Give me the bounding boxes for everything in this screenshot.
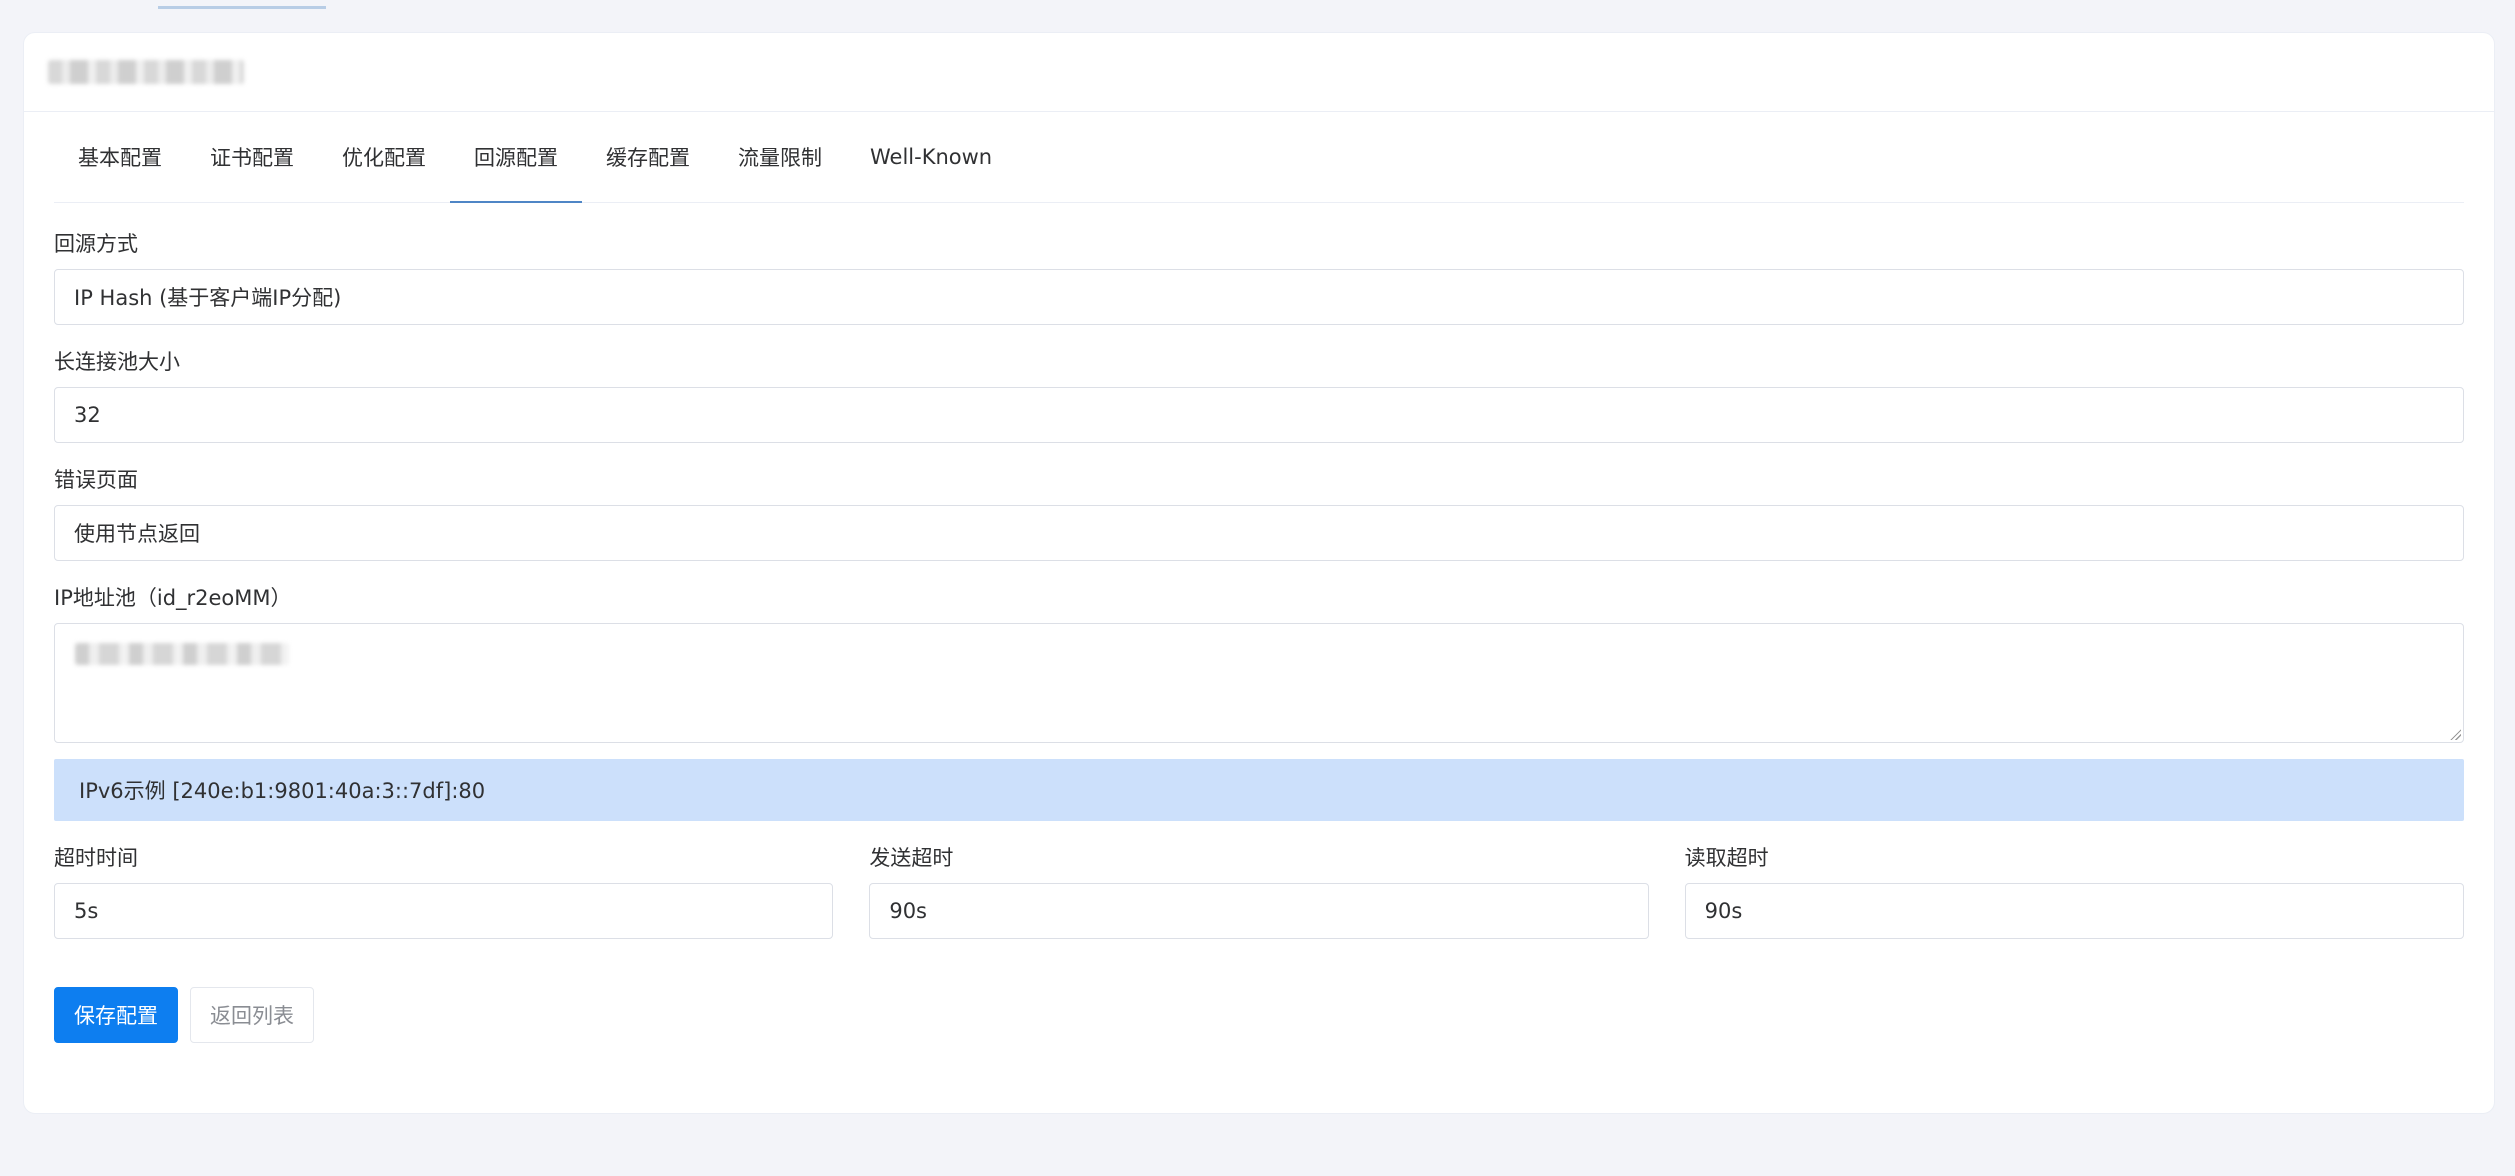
keepalive-pool-input[interactable]: 32 [54, 387, 2464, 443]
blurred-ip-value [75, 643, 289, 665]
config-card: 基本配置 证书配置 优化配置 回源配置 缓存配置 流量限制 Well-Known… [23, 32, 2495, 1114]
ipv6-hint-alert: IPv6示例 [240e:b1:9801:40a:3::7df]:80 [54, 759, 2464, 821]
top-nav-active-indicator [158, 6, 326, 9]
resize-handle-icon[interactable] [2449, 728, 2461, 740]
send-timeout-label: 发送超时 [869, 846, 954, 870]
tab-optimization[interactable]: 优化配置 [318, 112, 450, 202]
tab-well-known[interactable]: Well-Known [846, 112, 1016, 202]
timeout-row: 超时时间 5s 发送超时 90s 读取超时 90s [54, 821, 2464, 939]
read-timeout-input[interactable]: 90s [1684, 883, 2464, 939]
error-page-label: 错误页面 [54, 468, 138, 492]
form-actions: 保存配置 返回列表 [54, 987, 2464, 1043]
config-tabs: 基本配置 证书配置 优化配置 回源配置 缓存配置 流量限制 Well-Known [54, 112, 2464, 203]
timeout-col: 超时时间 5s [54, 821, 834, 939]
read-timeout-col: 读取超时 90s [1684, 821, 2464, 939]
blurred-domain-title [48, 60, 244, 84]
timeout-label: 超时时间 [54, 846, 138, 870]
error-page-select[interactable]: 使用节点返回 [54, 505, 2464, 561]
card-body: 基本配置 证书配置 优化配置 回源配置 缓存配置 流量限制 Well-Known… [24, 112, 2494, 1043]
tab-basic[interactable]: 基本配置 [54, 112, 186, 202]
timeout-input[interactable]: 5s [54, 883, 834, 939]
save-config-button[interactable]: 保存配置 [54, 987, 178, 1043]
send-timeout-col: 发送超时 90s [869, 821, 1649, 939]
ip-pool-textarea[interactable] [54, 623, 2464, 743]
read-timeout-label: 读取超时 [1684, 846, 1769, 870]
tab-origin[interactable]: 回源配置 [450, 112, 582, 203]
keepalive-pool-label: 长连接池大小 [54, 350, 180, 374]
send-timeout-input[interactable]: 90s [869, 883, 1649, 939]
origin-method-select[interactable]: IP Hash (基于客户端IP分配) [54, 269, 2464, 325]
tab-cache[interactable]: 缓存配置 [582, 112, 714, 202]
tab-rate-limit[interactable]: 流量限制 [714, 112, 846, 202]
ip-pool-label: IP地址池（id_r2eoMM） [54, 586, 292, 610]
origin-method-label: 回源方式 [54, 232, 138, 256]
tab-certificate[interactable]: 证书配置 [186, 112, 318, 202]
back-to-list-button[interactable]: 返回列表 [190, 987, 314, 1043]
card-header [24, 33, 2494, 112]
